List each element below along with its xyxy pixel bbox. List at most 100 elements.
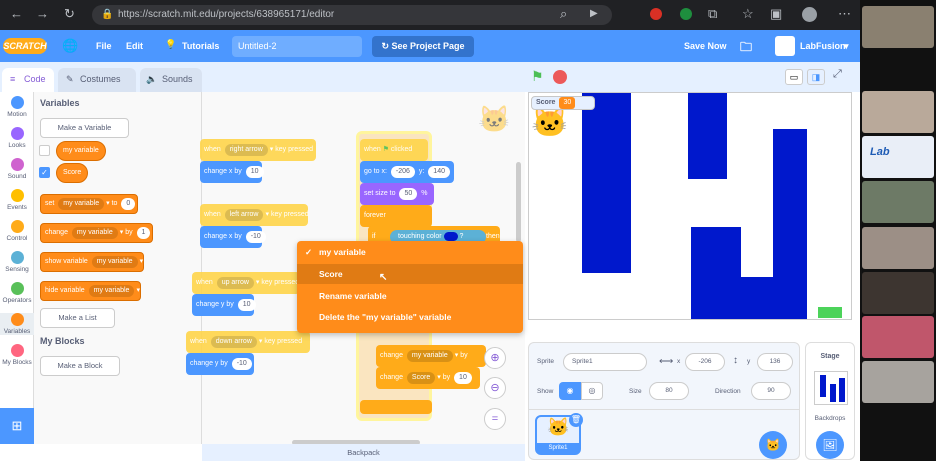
green-flag-button[interactable]: ⚑	[531, 68, 544, 85]
x-input[interactable]: -206	[685, 353, 725, 371]
menu-item-my-variable[interactable]: ✓ my variable	[297, 242, 523, 262]
value-input[interactable]: 10	[237, 299, 256, 311]
key-dropdown[interactable]: up arrow	[216, 277, 254, 289]
when-key-pressed-hat-down[interactable]: when down arrow ▾ key pressed	[186, 331, 310, 353]
scratch-logo[interactable]: SCRATCH	[3, 38, 47, 54]
category-motion[interactable]: Motion	[0, 96, 34, 118]
show-variable-block[interactable]: show variable my variable ▾	[40, 252, 145, 272]
reporter-score[interactable]: Score	[56, 163, 89, 183]
value-input[interactable]: -10	[231, 358, 252, 370]
profile-avatar[interactable]	[802, 7, 817, 22]
add-extension-button[interactable]: ⊞	[0, 408, 34, 444]
go-to-xy-block[interactable]: go to x: -206 y: 140	[360, 161, 454, 183]
backpack-bar[interactable]: Backpack	[202, 444, 525, 461]
username-menu[interactable]: LabFusion	[800, 41, 846, 51]
choose-backdrop-button[interactable]: 🖼	[816, 431, 844, 459]
stage-selector-pane[interactable]: Stage Backdrops 🖼	[805, 342, 855, 460]
fullscreen-icon[interactable]: ⤢	[833, 68, 842, 81]
large-stage-button[interactable]: ◨	[807, 69, 825, 85]
value-input[interactable]: 1	[136, 227, 151, 239]
project-title-input[interactable]: Untitled-2	[232, 36, 362, 57]
cat-sprite[interactable]: 🐱	[531, 105, 568, 140]
color-picker-swatch[interactable]	[443, 231, 458, 241]
tutorials-menu[interactable]: Tutorials	[182, 41, 219, 51]
category-variables[interactable]: Variables	[0, 313, 34, 335]
save-now-button[interactable]: Save Now	[684, 41, 727, 51]
value-input[interactable]: 0	[121, 198, 136, 210]
set-variable-block[interactable]: set my variable ▾ to 0	[40, 194, 139, 214]
make-block-button[interactable]: Make a Block	[40, 356, 120, 376]
score-monitor[interactable]: Score 30	[531, 96, 595, 110]
grammarly-icon[interactable]	[680, 8, 692, 20]
stop-button[interactable]	[553, 70, 567, 84]
y-input[interactable]: 136	[757, 353, 793, 371]
when-key-pressed-hat-left[interactable]: when left arrow ▾ key pressed	[200, 204, 309, 226]
when-key-pressed-hat-right[interactable]: when right arrow ▾ key pressed	[200, 139, 316, 161]
tab-code[interactable]: ≡ Code	[2, 68, 54, 92]
y-input[interactable]: 140	[428, 166, 450, 178]
category-sensing[interactable]: Sensing	[0, 251, 34, 273]
set-size-block[interactable]: set size to 50 %	[360, 183, 434, 205]
change-my-variable-block[interactable]: change my variable ▾ by	[376, 345, 486, 367]
collections-icon[interactable]: ▣	[770, 6, 782, 22]
variable-dropdown[interactable]: my variable	[71, 227, 118, 239]
change-x-block[interactable]: change x by -10	[200, 226, 266, 248]
delete-sprite-trash-icon[interactable]: 🗑	[569, 413, 583, 427]
x-input[interactable]: -206	[390, 166, 415, 178]
reporter-my-variable[interactable]: my variable	[56, 141, 106, 161]
variable-dropdown[interactable]: my variable	[91, 256, 138, 268]
address-bar[interactable]: 🔒 https://scratch.mit.edu/projects/63896…	[92, 5, 612, 25]
zoom-out-button[interactable]: ⊖	[484, 377, 506, 399]
small-stage-button[interactable]: ▭	[785, 69, 803, 85]
category-my-blocks[interactable]: My Blocks	[0, 344, 34, 366]
size-input[interactable]: 50	[399, 188, 418, 200]
variable-dropdown[interactable]: my variable	[88, 285, 135, 297]
category-sound[interactable]: Sound	[0, 158, 34, 180]
make-variable-button[interactable]: Make a Variable	[40, 118, 129, 138]
back-icon[interactable]: ←	[10, 6, 23, 21]
favorites-icon[interactable]: ☆	[742, 6, 754, 22]
size-input[interactable]: 80	[649, 382, 689, 400]
stage-canvas[interactable]: 🐱	[528, 92, 852, 320]
variable-dropdown[interactable]: Score	[406, 372, 436, 384]
my-stuff-folder-icon[interactable]: 🗀	[740, 38, 752, 59]
menu-item-score[interactable]: Score ↖	[297, 264, 523, 284]
tab-sounds[interactable]: 🔈 Sounds	[140, 68, 202, 92]
change-y-block[interactable]: change y by -10	[186, 353, 254, 375]
when-flag-clicked-hat[interactable]: when ⚑ clicked	[360, 139, 428, 161]
checkbox-my-variable[interactable]	[39, 145, 50, 156]
user-avatar[interactable]	[775, 36, 795, 56]
choose-sprite-button[interactable]: 🐱	[759, 431, 787, 459]
show-visible-eye-icon[interactable]: ◉	[559, 382, 581, 400]
show-hidden-eye-icon[interactable]: ◎	[581, 382, 603, 400]
extensions-puzzle-icon[interactable]: ⧉	[708, 6, 717, 22]
change-score-block[interactable]: change Score ▾ by 10	[376, 367, 480, 389]
stage-thumbnail[interactable]	[814, 371, 848, 405]
zoom-icon[interactable]: ⌕	[560, 6, 567, 22]
variable-dropdown[interactable]: my variable	[58, 198, 105, 210]
more-menu-icon[interactable]: ⋯	[838, 6, 851, 22]
key-dropdown[interactable]: left arrow	[224, 209, 264, 221]
value-input[interactable]: -10	[245, 231, 266, 243]
zoom-in-button[interactable]: ⊕	[484, 347, 506, 369]
menu-item-delete-variable[interactable]: Delete the "my variable" variable	[297, 307, 523, 327]
hide-variable-block[interactable]: hide variable my variable ▾	[40, 281, 141, 301]
change-variable-block[interactable]: change my variable ▾ by 1	[40, 223, 154, 243]
edit-menu[interactable]: Edit	[126, 41, 143, 51]
checkbox-score[interactable]: ✓	[39, 167, 50, 178]
category-operators[interactable]: Operators	[0, 282, 34, 304]
category-control[interactable]: Control	[0, 220, 34, 242]
zoom-reset-button[interactable]: =	[484, 408, 506, 430]
tab-costumes[interactable]: ✎ Costumes	[58, 68, 136, 92]
make-list-button[interactable]: Make a List	[40, 308, 115, 328]
category-looks[interactable]: Looks	[0, 127, 34, 149]
vertical-scrollbar[interactable]	[516, 162, 521, 242]
value-input[interactable]: 10	[245, 166, 264, 178]
category-events[interactable]: Events	[0, 189, 34, 211]
file-menu[interactable]: File	[96, 41, 112, 51]
change-y-block[interactable]: change y by 10	[192, 294, 256, 316]
language-globe-icon[interactable]: 🌐	[62, 38, 78, 54]
play-extension-icon[interactable]: ▶	[590, 8, 598, 19]
change-x-block[interactable]: change x by 10	[200, 161, 264, 183]
forward-icon[interactable]: →	[36, 6, 49, 21]
